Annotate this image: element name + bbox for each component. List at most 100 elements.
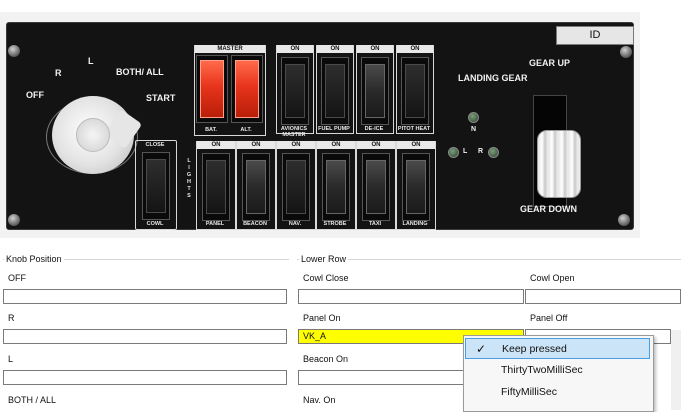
- nav-on-field-label: Nav. On: [303, 395, 336, 405]
- taxi-switch[interactable]: [366, 160, 386, 214]
- knob-label-l: L: [88, 56, 94, 66]
- pitot-heat-label: PITOT HEAT: [397, 126, 431, 132]
- pitot-heat-switch-frame: ON: [396, 45, 434, 134]
- knob-l-field[interactable]: [3, 370, 287, 385]
- panel-switch[interactable]: [206, 160, 226, 214]
- knob-position-group-title: Knob Position: [4, 254, 64, 264]
- cowl-label: COWL: [146, 221, 164, 227]
- lower-row-group-border: [297, 259, 681, 260]
- knob-label-both: BOTH/ ALL: [116, 67, 164, 77]
- lower-row-group-title: Lower Row: [299, 254, 349, 264]
- knob-r-field[interactable]: [3, 329, 287, 344]
- cowl-open-field-label: Cowl Open: [530, 273, 575, 283]
- cowl-switch[interactable]: [146, 159, 166, 213]
- de-ice-switch-frame: ON: [356, 45, 394, 134]
- cowl-close-field[interactable]: [298, 289, 524, 304]
- avionics-switch-frame: ON: [276, 45, 314, 134]
- panel-label: PANEL: [205, 221, 225, 227]
- lights-label: LIGHTS: [186, 158, 192, 200]
- gear-lever-handle[interactable]: [537, 130, 581, 198]
- avionics-on-label: ON: [277, 45, 313, 53]
- cowl-close-field-label: Cowl Close: [303, 273, 349, 283]
- alt-switch-housing: [231, 55, 263, 123]
- dropdown-option-label: ThirtyTwoMilliSec: [501, 364, 583, 376]
- knob-both-label: BOTH / ALL: [8, 395, 57, 405]
- fuel-pump-switch[interactable]: [325, 64, 345, 118]
- beacon-on-label: ON: [237, 141, 275, 149]
- knob-label-r: R: [55, 68, 62, 78]
- pitot-heat-switch[interactable]: [405, 64, 425, 118]
- alt-label: ALT.: [240, 127, 252, 133]
- knob-label-off: OFF: [26, 90, 44, 100]
- taxi-on-label: ON: [357, 141, 395, 149]
- dropdown-option-label: FiftyMilliSec: [501, 386, 558, 398]
- knob-label-start: START: [146, 93, 176, 103]
- screw-top-right: [620, 46, 632, 58]
- screw-bottom-right: [618, 214, 630, 226]
- fuel-pump-label: FUEL PUMP: [318, 126, 350, 132]
- panel-on-field-label: Panel On: [303, 313, 341, 323]
- dropdown-option-thirty-two-ms[interactable]: ThirtyTwoMilliSec: [465, 360, 650, 381]
- panel-on-label: ON: [197, 141, 235, 149]
- strobe-on-label: ON: [317, 141, 355, 149]
- gear-r-led: [488, 147, 499, 158]
- fuel-pump-switch-frame: ON: [316, 45, 354, 134]
- gear-up-label: GEAR UP: [529, 58, 571, 68]
- panel-switch-frame: ON: [196, 141, 236, 230]
- nav-switch-frame: ON: [276, 141, 316, 230]
- bat-label: BAT.: [205, 127, 217, 133]
- gear-l-led: [448, 147, 459, 158]
- knob-r-label: R: [8, 313, 15, 323]
- bat-switch-housing: [196, 55, 228, 123]
- alt-switch[interactable]: [235, 60, 259, 118]
- landing-gear-label: LANDING GEAR: [458, 73, 528, 83]
- nav-switch[interactable]: [286, 160, 306, 214]
- master-label: MASTER: [195, 45, 265, 53]
- beacon-label: BEACON: [243, 221, 267, 227]
- checkmark-icon: ✓: [476, 342, 487, 356]
- knob-center: [76, 118, 110, 152]
- gear-n-label: N: [471, 126, 477, 133]
- beacon-on-field[interactable]: [298, 370, 466, 385]
- cowl-switch-housing: [142, 152, 170, 220]
- pitot-heat-on-label: ON: [397, 45, 433, 53]
- avionics-master-switch[interactable]: [285, 64, 305, 118]
- fuel-pump-on-label: ON: [317, 45, 353, 53]
- taxi-switch-frame: ON: [356, 141, 396, 230]
- strobe-switch[interactable]: [326, 160, 346, 214]
- panel-off-field-label: Panel Off: [530, 313, 568, 323]
- magneto-knob[interactable]: [52, 96, 143, 174]
- id-button[interactable]: ID: [556, 26, 634, 45]
- nav-label: NAV.: [288, 221, 302, 227]
- press-mode-dropdown-list[interactable]: ✓ Keep pressed ThirtyTwoMilliSec FiftyMi…: [463, 335, 654, 412]
- strobe-label: STROBE: [323, 221, 347, 227]
- dropdown-option-fifty-ms[interactable]: FiftyMilliSec: [465, 382, 650, 403]
- cowl-open-field[interactable]: [525, 289, 681, 304]
- screw-top-left: [8, 45, 20, 57]
- gear-r-label: R: [478, 148, 484, 155]
- screw-bottom-left: [8, 214, 20, 226]
- landing-label: LANDING: [402, 221, 428, 227]
- dropdown-option-keep-pressed[interactable]: ✓ Keep pressed: [465, 338, 650, 359]
- bat-switch[interactable]: [200, 60, 224, 118]
- landing-switch[interactable]: [406, 160, 426, 214]
- vertical-scrollbar[interactable]: [671, 330, 681, 410]
- strobe-switch-frame: ON: [316, 141, 356, 230]
- landing-on-label: ON: [397, 141, 435, 149]
- beacon-on-field-label: Beacon On: [303, 354, 349, 364]
- nav-on-label: ON: [277, 141, 315, 149]
- dropdown-option-label: Keep pressed: [502, 343, 567, 355]
- gear-n-led: [468, 112, 479, 123]
- beacon-switch[interactable]: [246, 160, 266, 214]
- gear-l-label: L: [463, 148, 468, 155]
- de-ice-switch[interactable]: [365, 64, 385, 118]
- knob-off-label: OFF: [8, 273, 26, 283]
- avionics-master-label: AVIONICS MASTER: [280, 126, 308, 138]
- de-ice-on-label: ON: [357, 45, 393, 53]
- beacon-switch-frame: ON: [236, 141, 276, 230]
- knob-l-label: L: [8, 354, 14, 364]
- knob-off-field[interactable]: [3, 289, 287, 304]
- cowl-close-label: CLOSE: [145, 142, 165, 148]
- taxi-label: TAXI: [368, 221, 382, 227]
- de-ice-label: DE-ICE: [364, 126, 384, 132]
